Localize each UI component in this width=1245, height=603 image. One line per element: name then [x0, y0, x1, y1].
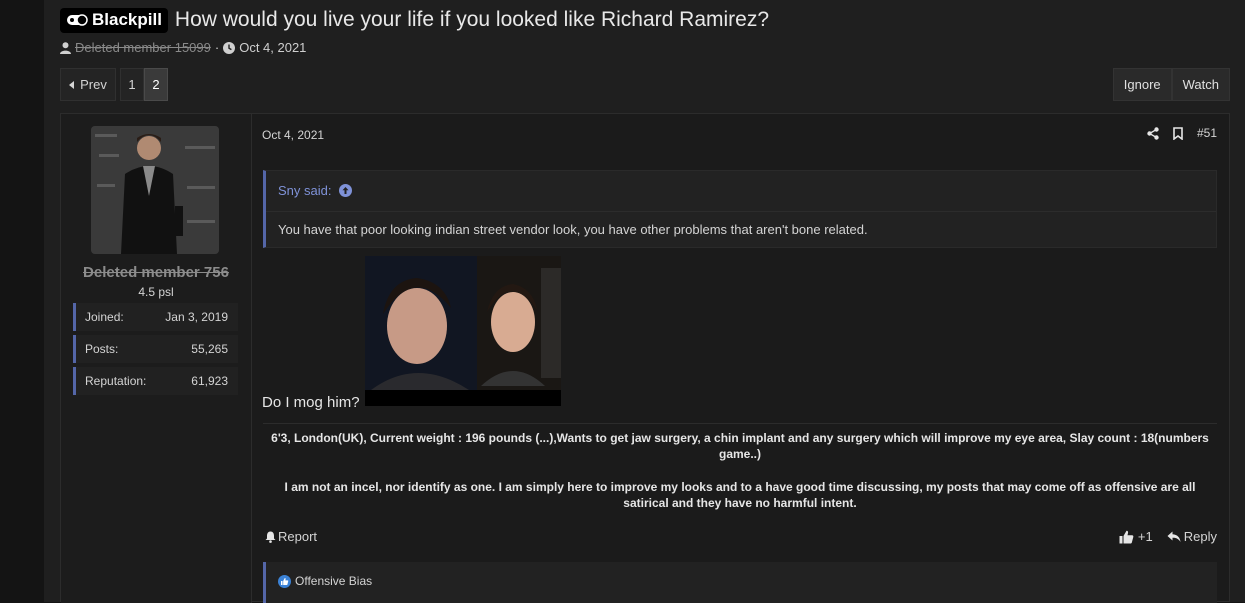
thread-page: Blackpill How would you live your life i… — [44, 0, 1245, 603]
reply-button[interactable]: Reply — [1167, 529, 1217, 544]
stat-label: Reputation: — [85, 374, 147, 388]
quote-text: You have that poor looking indian street… — [278, 222, 868, 237]
stat-joined: Joined: Jan 3, 2019 — [73, 303, 238, 331]
thread-prefix-label: Blackpill — [92, 10, 162, 29]
share-icon — [1147, 126, 1159, 140]
post-username[interactable]: Deleted member 756 — [61, 264, 251, 281]
avatar-image — [91, 126, 219, 254]
thread-actions: Ignore Watch — [1112, 68, 1230, 101]
reply-label: Reply — [1183, 529, 1217, 544]
like-button[interactable]: +1 — [1119, 529, 1153, 544]
pagination: Prev 1 2 — [60, 68, 168, 101]
post-message: Deleted member 756 4.5 psl Joined: Jan 3… — [60, 113, 1230, 603]
post-footer-actions: +1 Reply — [1105, 529, 1217, 544]
thread-prefix-badge[interactable]: Blackpill — [60, 7, 168, 33]
prev-page-button[interactable]: Prev — [60, 68, 116, 101]
report-button[interactable]: Report — [265, 529, 317, 544]
post-image[interactable] — [365, 256, 561, 406]
user-icon — [60, 41, 71, 54]
reactions-summary: Offensive Bias — [278, 574, 372, 588]
watch-button[interactable]: Watch — [1171, 68, 1230, 101]
reply-icon — [1167, 531, 1181, 542]
signature-line-1: 6'3, London(UK), Current weight : 196 po… — [271, 431, 1209, 461]
user-title: 4.5 psl — [138, 285, 174, 299]
meta-separator: · — [214, 40, 220, 55]
signature-divider — [263, 423, 1217, 424]
stat-label: Joined: — [85, 310, 124, 324]
quote-author[interactable]: Sny said: — [278, 183, 331, 198]
share-button[interactable] — [1147, 126, 1159, 140]
clock-icon — [223, 41, 236, 54]
caret-left-icon — [69, 80, 75, 89]
like-count: +1 — [1137, 529, 1153, 544]
post-date[interactable]: Oct 4, 2021 — [262, 128, 324, 142]
report-label: Report — [278, 529, 318, 544]
thread-author[interactable]: Deleted member 15099 — [75, 40, 211, 55]
thread-title: How would you live your life if you look… — [174, 8, 770, 31]
thread-header: Blackpill How would you live your life i… — [60, 6, 769, 34]
reactions-bar[interactable]: Offensive Bias — [263, 562, 1217, 603]
ignore-button[interactable]: Ignore — [1112, 68, 1172, 101]
reaction-label[interactable]: Offensive Bias — [295, 574, 372, 588]
signature-line-2: I am not an incel, nor identify as one. … — [284, 480, 1196, 510]
like-reaction-icon — [278, 574, 291, 588]
prev-label: Prev — [80, 77, 107, 92]
quote-block: Sny said: You have that poor looking ind… — [263, 170, 1217, 248]
bookmark-icon — [1173, 126, 1183, 140]
bookmark-button[interactable] — [1173, 126, 1183, 140]
avatar[interactable] — [91, 126, 219, 254]
left-gutter — [0, 0, 44, 602]
stat-value: 61,923 — [191, 374, 228, 388]
post-number-link[interactable]: #51 — [1197, 126, 1217, 140]
page-2-button[interactable]: 2 — [144, 68, 168, 101]
thread-meta: Deleted member 15099 · Oct 4, 2021 — [60, 40, 306, 55]
page-1-button[interactable]: 1 — [120, 68, 144, 101]
stat-value: 55,265 — [191, 342, 228, 356]
stat-value: Jan 3, 2019 — [165, 310, 228, 324]
post-body-text: Do I mog him? — [262, 394, 360, 411]
post-tools: #51 — [1133, 126, 1217, 140]
arrow-up-circle-icon[interactable] — [339, 184, 353, 197]
blackpill-icon — [67, 14, 88, 26]
stat-posts: Posts: 55,265 — [73, 335, 238, 363]
thumbs-up-icon — [1119, 530, 1134, 543]
bell-icon — [265, 531, 276, 543]
post-content: Oct 4, 2021 #51 Sny said: You have that … — [251, 114, 1229, 603]
stat-reputation: Reputation: 61,923 — [73, 367, 238, 395]
stat-label: Posts: — [85, 342, 119, 356]
thread-date[interactable]: Oct 4, 2021 — [239, 40, 306, 55]
selfie-image — [365, 256, 561, 406]
quote-divider — [266, 211, 1216, 212]
quote-header: Sny said: — [278, 183, 353, 198]
user-panel: Deleted member 756 4.5 psl Joined: Jan 3… — [61, 114, 252, 603]
